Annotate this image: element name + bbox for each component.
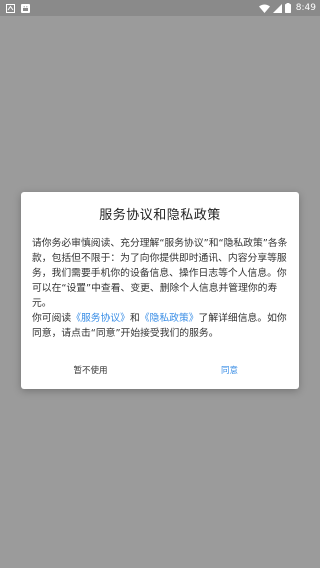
signal-icon xyxy=(272,3,282,13)
battery-icon xyxy=(284,3,291,13)
dialog-body: 请你务必审慎阅读、充分理解“服务协议”和“隐私政策”各条款，包括但不限于：为了向… xyxy=(32,236,289,341)
dialog-title: 服务协议和隐私政策 xyxy=(99,208,221,223)
paragraph-2-prefix: 你可阅读 xyxy=(32,313,72,324)
status-right: 8:49 xyxy=(258,3,316,13)
wifi-icon xyxy=(258,4,270,13)
service-agreement-link[interactable]: 《服务协议》 xyxy=(71,313,130,324)
status-bar: 8:49 xyxy=(0,0,320,16)
status-time: 8:49 xyxy=(295,3,316,13)
dialog-actions: 暂不使用 同意 xyxy=(21,361,299,381)
android-notification-icon xyxy=(21,3,30,13)
dialog-paragraph-2: 你可阅读《服务协议》和《隐私政策》了解详细信息。如你同意，请点击“同意”开始接受… xyxy=(32,311,289,341)
privacy-policy-link[interactable]: 《隐私政策》 xyxy=(140,313,199,324)
decline-button[interactable]: 暂不使用 xyxy=(21,361,160,381)
paragraph-2-and: 和 xyxy=(129,313,140,324)
privacy-dialog: 服务协议和隐私政策 请你务必审慎阅读、充分理解“服务协议”和“隐私政策”各条款，… xyxy=(21,192,299,389)
status-left xyxy=(6,3,30,13)
dialog-paragraph-1: 请你务必审慎阅读、充分理解“服务协议”和“隐私政策”各条款，包括但不限于：为了向… xyxy=(32,238,288,309)
agree-button[interactable]: 同意 xyxy=(160,361,299,381)
app-notification-icon xyxy=(6,3,15,13)
